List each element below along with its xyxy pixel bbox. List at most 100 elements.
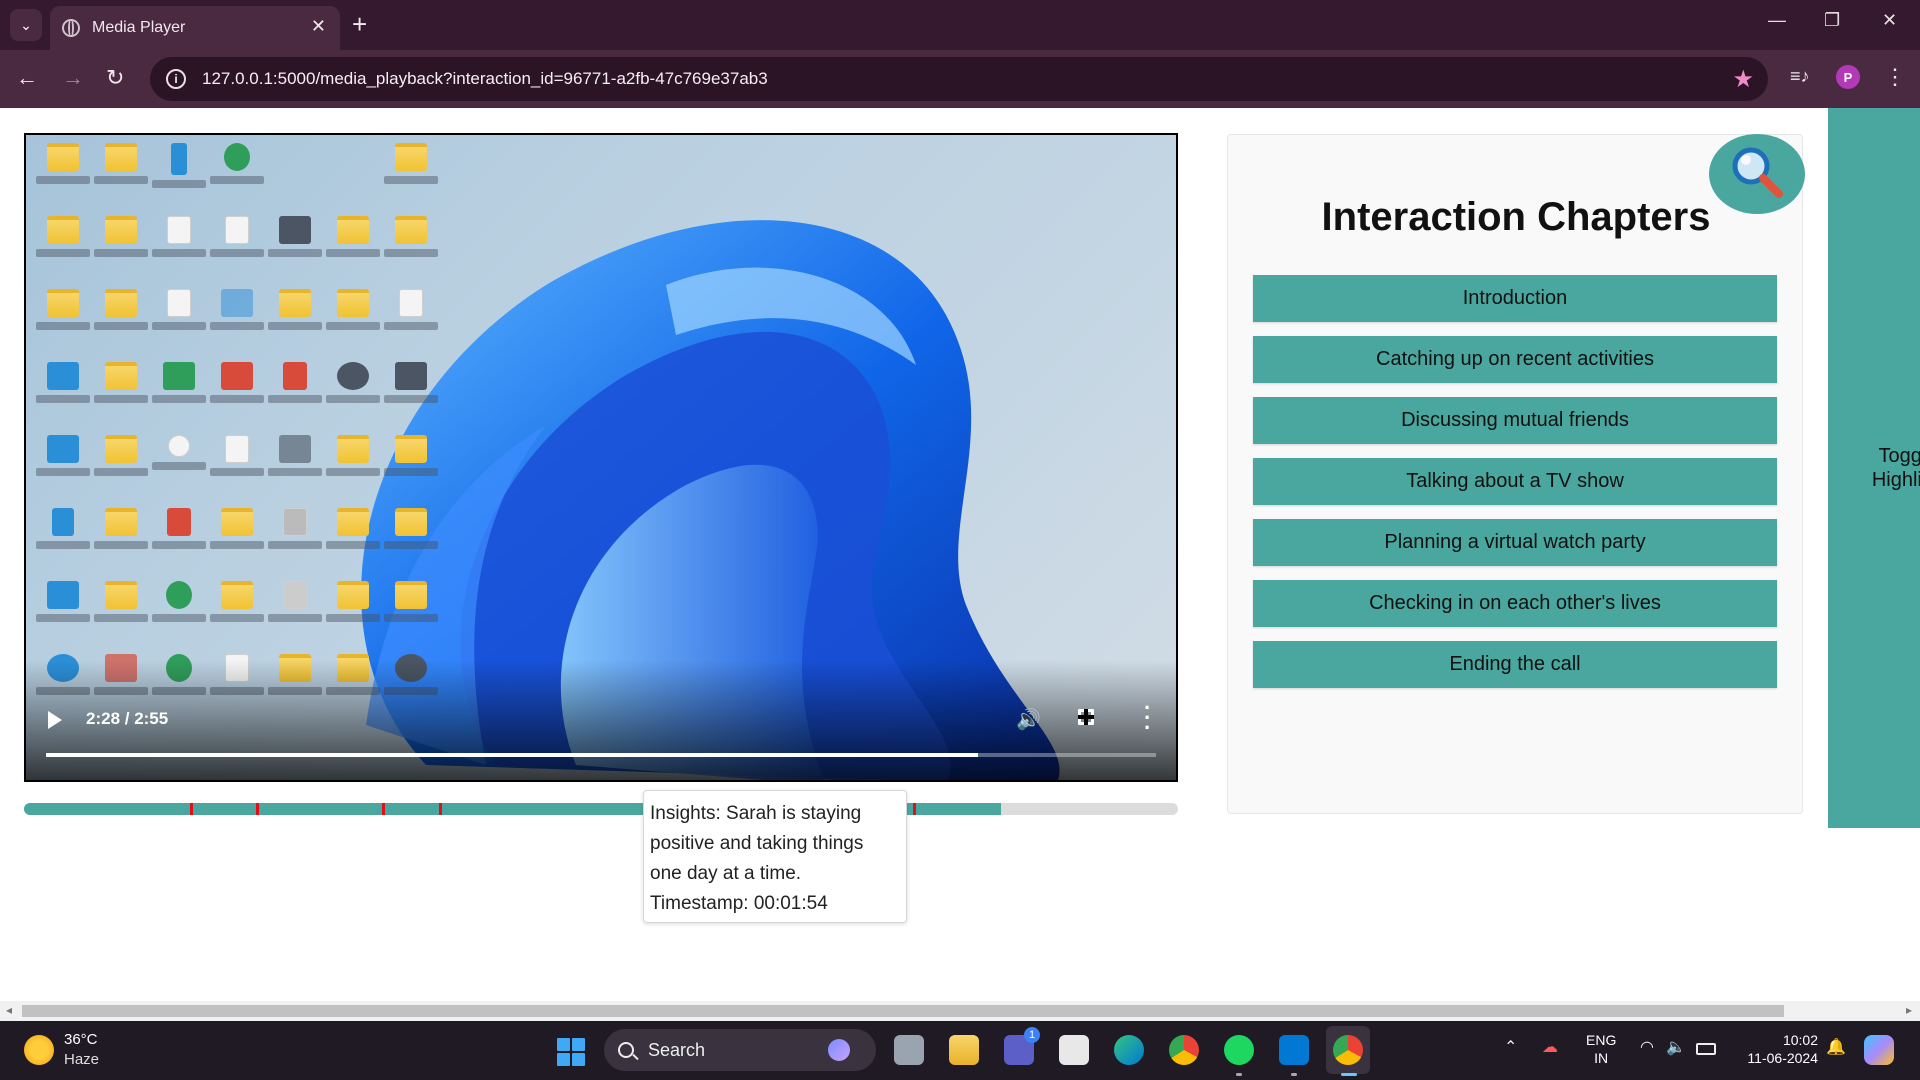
tab-search-button[interactable]: ⌄ [10,9,42,41]
back-button[interactable]: ← [16,64,38,92]
desktop-icon [208,216,266,289]
close-window-button[interactable]: ✕ [1882,10,1897,31]
desktop-icon [92,216,150,289]
desktop-icon [382,435,440,508]
minimize-button[interactable]: — [1768,10,1786,31]
clock-date: 11-06-2024 [1747,1050,1818,1066]
weather-temperature[interactable]: 36°C [64,1031,98,1048]
chapter-button[interactable]: Discussing mutual friends [1253,397,1777,444]
controls-overlay [26,660,1176,780]
desktop-icon [266,143,324,216]
desktop-icon [266,216,324,289]
more-vert-icon[interactable]: · · · [1144,697,1151,739]
timeline-marker[interactable] [255,803,259,815]
chapter-button[interactable]: Ending the call [1253,641,1777,688]
language-indicator[interactable]: ENG IN [1586,1031,1616,1067]
chrome-profile-icon[interactable] [1333,1035,1363,1065]
timeline-marker[interactable] [381,803,385,815]
search-button[interactable] [1709,134,1805,214]
toggle-highlights-label: Toggle Highligh [1848,444,1920,492]
video-seek-fill [46,753,979,757]
magnifier-icon [1732,147,1783,198]
desktop-icon [34,435,92,508]
toggle-highlights-panel[interactable]: Toggle Highligh [1828,108,1920,828]
media-controls-icon[interactable]: ≡♪ [1790,66,1810,87]
play-icon[interactable] [48,711,62,729]
chapter-list: Introduction Catching up on recent activ… [1253,275,1777,702]
notification-bell-icon[interactable]: 🔔 [1826,1037,1846,1057]
desktop-icon [324,362,382,435]
bookmark-star-icon[interactable]: ★ [1732,65,1754,94]
tab-close-icon[interactable]: ✕ [311,16,326,37]
desktop-icon [34,216,92,289]
new-tab-button[interactable]: + [352,10,367,38]
site-info-icon[interactable]: i [166,69,186,89]
desktop-icon [92,143,150,216]
browser-tab-bar: ⌄ Media Player ✕ + — ❐ ✕ [0,0,1920,50]
scrollbar-thumb[interactable] [22,1005,1784,1017]
scroll-left-arrow-icon[interactable]: ◂ [6,1003,12,1017]
copilot-pre-icon[interactable] [1864,1035,1894,1065]
desktop-icon [150,508,208,581]
start-button[interactable] [557,1038,585,1066]
vscode-icon[interactable] [1279,1035,1309,1065]
timeline-marker[interactable] [439,803,443,815]
desktop-icon [324,508,382,581]
system-clock[interactable]: 10:02 11-06-2024 [1738,1031,1818,1067]
speaker-icon[interactable]: 🔈 [1666,1037,1686,1057]
interaction-timeline[interactable] [24,803,1178,815]
teams-icon[interactable]: 1 [1004,1027,1040,1065]
desktop-icon [324,143,382,216]
chapter-button[interactable]: Planning a virtual watch party [1253,519,1777,566]
microsoft-store-icon[interactable] [1059,1035,1089,1065]
desktop-icon [34,143,92,216]
onedrive-error-icon[interactable]: ☁ [1542,1037,1558,1057]
scroll-right-arrow-icon[interactable]: ▸ [1906,1003,1912,1017]
weather-description[interactable]: Haze [64,1051,99,1068]
browser-menu-icon[interactable]: ⋮ [1884,64,1906,90]
address-bar[interactable]: i 127.0.0.1:5000/media_playback?interact… [150,57,1768,101]
task-view-icon[interactable] [894,1035,924,1065]
edge-icon[interactable] [1114,1035,1144,1065]
weather-sun-icon[interactable] [24,1035,54,1065]
wifi-icon[interactable]: ◠ [1640,1037,1654,1057]
desktop-icon [34,581,92,654]
timeline-marker[interactable] [190,803,194,815]
chrome-icon[interactable] [1169,1035,1199,1065]
horizontal-scrollbar[interactable]: ◂ ▸ [0,1001,1920,1021]
chevron-down-icon: ⌄ [20,16,32,33]
tab-title: Media Player [92,19,186,36]
tooltip-text: Insights: Sarah is staying positive and … [650,803,864,914]
chapter-button[interactable]: Talking about a TV show [1253,458,1777,505]
language-code: ENG [1586,1032,1617,1048]
desktop-icon [266,362,324,435]
show-hidden-icons-icon[interactable]: ⌃ [1504,1037,1517,1057]
timeline-marker[interactable] [912,803,916,815]
volume-icon[interactable]: 🔊 [1016,707,1041,732]
profile-avatar[interactable]: P [1836,65,1860,89]
tab-media-player[interactable]: Media Player ✕ [50,6,340,50]
desktop-icon [92,581,150,654]
reload-button[interactable]: ↻ [106,64,124,92]
fullscreen-icon[interactable] [1078,709,1094,725]
forward-button[interactable]: → [62,64,84,92]
file-explorer-icon[interactable] [949,1035,979,1065]
chapter-button[interactable]: Catching up on recent activities [1253,336,1777,383]
spotify-icon[interactable] [1224,1035,1254,1065]
chapter-button[interactable]: Checking in on each other's lives [1253,580,1777,627]
desktop-icon [92,508,150,581]
video-seek-bar[interactable] [46,753,1156,757]
restore-button[interactable]: ❐ [1824,10,1840,31]
desktop-icon [92,289,150,362]
battery-icon[interactable] [1696,1043,1716,1055]
video-time: 2:28 / 2:55 [86,709,169,728]
copilot-icon[interactable] [828,1039,850,1061]
desktop-icon [150,581,208,654]
taskbar-search[interactable]: Search [604,1029,876,1071]
desktop-icon [150,435,208,508]
desktop-icon [208,581,266,654]
video-player[interactable]: 2:28 / 2:55 🔊 · · · [24,133,1178,782]
desktop-icon [150,362,208,435]
chapter-button[interactable]: Introduction [1253,275,1777,322]
windows-taskbar: 36°C Haze Search 1 ⌃ ☁ ENG IN ◠ 🔈 10:02 … [0,1021,1920,1080]
